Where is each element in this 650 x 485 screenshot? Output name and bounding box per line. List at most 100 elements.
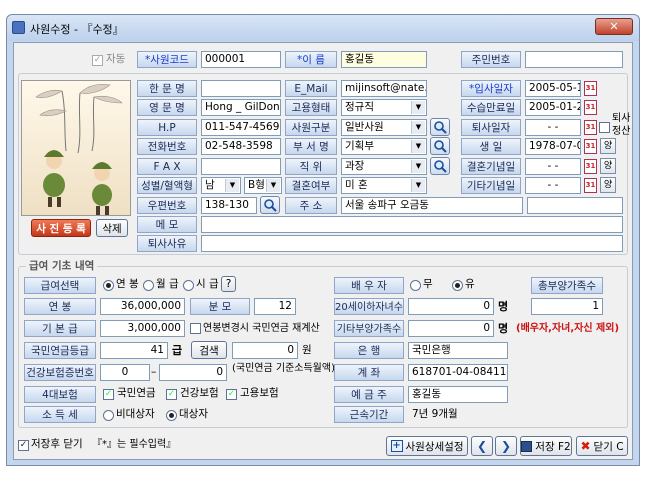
wedding-lunar-toggle[interactable]: 양 (600, 158, 616, 174)
ins-pension-checkbox[interactable]: ✓ (103, 389, 114, 400)
emp-class-search-button[interactable] (430, 118, 450, 136)
pension-basis-note: (국민연금 기준소득월액) (232, 363, 335, 374)
magnifier-icon (264, 199, 277, 212)
help-button[interactable]: ? (221, 276, 236, 292)
dept-search-button[interactable] (430, 137, 450, 155)
detail-settings-button[interactable]: + 사원상세설정 (386, 436, 468, 456)
radio-spouse-no[interactable] (410, 280, 421, 291)
total-dependents-field[interactable]: 1 (531, 298, 603, 315)
phone-label: 전화번호 (137, 138, 197, 155)
position-select[interactable]: 과장 (341, 158, 427, 175)
resident-label: 주민번호 (461, 51, 521, 68)
account-field[interactable]: 618701-04-084114 (408, 364, 508, 381)
ins-employment-checkbox[interactable]: ✓ (226, 389, 237, 400)
save-label: 저장 F2 (535, 440, 571, 453)
retire-settle-checkbox[interactable] (599, 122, 610, 133)
radio-annual-label: 연 봉 (116, 278, 139, 290)
fax-label: F A X (137, 158, 197, 175)
auto-checkbox[interactable]: ✓ (92, 55, 103, 66)
birthday-lunar-toggle[interactable]: 양 (600, 138, 616, 154)
marital-label: 결혼여부 (285, 177, 337, 194)
dept-select[interactable]: 기획부 (341, 138, 427, 155)
other-dependents-field[interactable]: 0 (408, 320, 494, 337)
hp-field[interactable]: 011-547-4569 (201, 119, 281, 136)
english-name-field[interactable]: Hong _ GilDong (201, 99, 281, 116)
under20-label: 20세이하자녀수 (334, 298, 404, 315)
employ-type-select[interactable]: 정규직 (341, 99, 427, 116)
pension-recalc-checkbox[interactable] (190, 323, 201, 334)
pension-search-button[interactable]: 검색 (191, 341, 227, 359)
retire-date-field[interactable]: - - (525, 119, 581, 136)
salary-section-title: 급여 기초 내역 (26, 258, 98, 275)
base-pay-label: 기 본 급 (24, 320, 96, 337)
blood-type-select[interactable]: B형 (244, 177, 282, 194)
save-button[interactable]: 저장 F2 (520, 436, 572, 456)
retire-calendar-icon[interactable]: 31 (584, 120, 597, 135)
birthday-field[interactable]: 1978-07-07 (525, 138, 581, 155)
other-dependents-unit: 명 (498, 322, 509, 335)
under20-field[interactable]: 0 (408, 298, 494, 315)
close-window-button[interactable]: ✕ (595, 18, 633, 35)
probation-calendar-icon[interactable]: 31 (584, 100, 597, 115)
probation-label: 수습만료일 (461, 99, 521, 116)
pension-amount-field[interactable]: 0 (232, 342, 298, 359)
other-calendar-icon[interactable]: 31 (584, 178, 597, 193)
radio-spouse-yes[interactable] (452, 280, 463, 291)
exclude-note: (배우자,자녀,자신 제외) (516, 323, 620, 334)
fax-field[interactable] (201, 158, 281, 175)
health-no-field-a[interactable]: 0 (100, 364, 150, 381)
health-no-field-b[interactable]: 0 (159, 364, 227, 381)
wedding-calendar-icon[interactable]: 31 (584, 159, 597, 174)
magnifier-icon (434, 160, 447, 173)
bank-field[interactable]: 국민은행 (408, 342, 508, 359)
marital-select[interactable]: 미 혼 (341, 177, 427, 194)
zip-field[interactable]: 138-130 (201, 197, 257, 214)
address-detail-field[interactable] (527, 197, 623, 214)
bank-label: 은 행 (334, 342, 404, 359)
account-label: 계 좌 (334, 364, 404, 381)
radio-annual[interactable] (103, 280, 114, 291)
phone-field[interactable]: 02-548-3598 (201, 138, 281, 155)
name-field[interactable]: 홍길동 (341, 51, 427, 68)
emp-class-select[interactable]: 일반사원 (341, 119, 427, 136)
email-field[interactable]: mijinsoft@nate.com (341, 80, 427, 97)
email-label: E_Mail (285, 80, 337, 97)
close-button[interactable]: ✖ 닫기 C (576, 436, 628, 456)
korean-name-field[interactable] (201, 80, 281, 97)
title-bar[interactable]: 사원수정 - 『수정』 ✕ (7, 15, 639, 41)
radio-monthly[interactable] (143, 280, 154, 291)
total-dependents-label: 총부양가족수 (531, 277, 603, 294)
other-anniv-field[interactable]: - - (525, 177, 581, 194)
other-lunar-toggle[interactable]: 양 (600, 177, 616, 193)
join-calendar-icon[interactable]: 31 (584, 81, 597, 96)
photo-register-button[interactable]: 사 진 등 록 (31, 219, 91, 237)
tenure-label: 근속기간 (334, 406, 404, 423)
resident-field[interactable] (525, 51, 623, 68)
prev-button[interactable]: ❮ (471, 436, 493, 456)
holder-field[interactable]: 홍길동 (408, 386, 508, 403)
emp-code-field[interactable]: 000001 (201, 51, 281, 68)
next-button[interactable]: ❯ (495, 436, 517, 456)
denominator-field[interactable]: 12 (254, 298, 296, 315)
zip-search-button[interactable] (260, 196, 280, 214)
radio-tax-exempt[interactable] (103, 410, 114, 421)
address-field[interactable]: 서울 송파구 오금동 (341, 197, 523, 214)
radio-hourly-label: 시 급 (196, 278, 219, 290)
radio-hourly[interactable] (183, 280, 194, 291)
memo-field[interactable] (201, 216, 623, 233)
birthday-calendar-icon[interactable]: 31 (584, 139, 597, 154)
base-pay-field[interactable]: 3,000,000 (100, 320, 185, 337)
annual-salary-field[interactable]: 36,000,000 (100, 298, 185, 315)
pension-grade-field[interactable]: 41 (100, 342, 168, 359)
photo-delete-button[interactable]: 삭제 (96, 219, 128, 237)
plus-icon: + (390, 440, 403, 452)
position-search-button[interactable] (430, 157, 450, 175)
probation-field[interactable]: 2005-01-23 (525, 99, 581, 116)
ins-health-checkbox[interactable]: ✓ (166, 389, 177, 400)
resign-reason-field[interactable] (201, 235, 623, 252)
wedding-field[interactable]: - - (525, 158, 581, 175)
join-date-field[interactable]: 2005-05-15 (525, 80, 581, 97)
radio-tax-target[interactable] (166, 410, 177, 421)
gender-select[interactable]: 남 (201, 177, 241, 194)
save-close-checkbox[interactable]: ✓ (18, 440, 29, 451)
